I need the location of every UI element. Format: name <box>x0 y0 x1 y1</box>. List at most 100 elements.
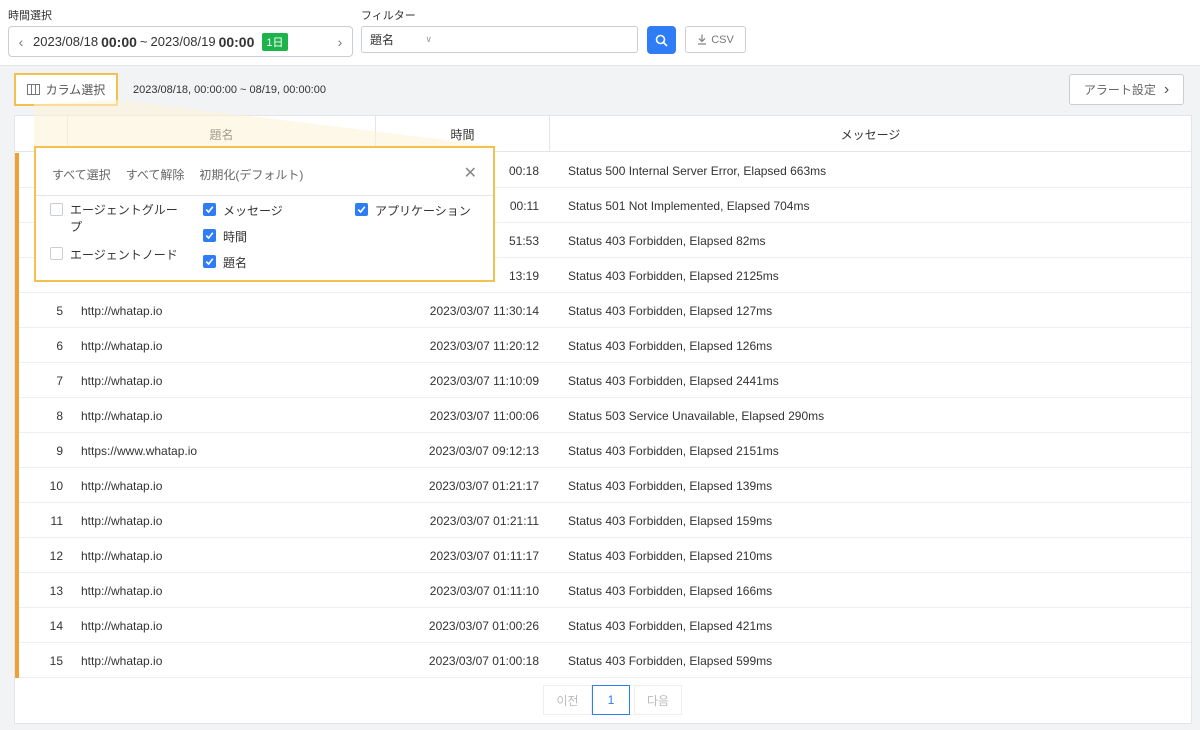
row-time: 2023/03/07 01:21:11 <box>429 513 539 528</box>
row-time: 2023/03/07 01:00:26 <box>428 618 539 633</box>
row-marker <box>15 328 19 363</box>
alert-settings-button[interactable]: アラート設定 › <box>1069 74 1184 105</box>
column-option-time[interactable]: 時間 <box>203 228 247 245</box>
row-message: Status 403 Forbidden, Elapsed 421ms <box>568 618 773 633</box>
checkmark-icon <box>205 232 214 240</box>
row-time: 2023/03/07 11:20:12 <box>429 338 539 353</box>
row-message: Status 403 Forbidden, Elapsed 2441ms <box>568 373 779 388</box>
page-button[interactable]: 1 <box>592 685 630 715</box>
row-marker <box>15 398 19 433</box>
row-message: Status 403 Forbidden, Elapsed 126ms <box>568 338 773 353</box>
pagination: 이전 1 다음 <box>543 685 682 715</box>
row-message: Status 503 Service Unavailable, Elapsed … <box>568 408 825 423</box>
column-header-message[interactable]: メッセージ <box>549 116 1191 152</box>
row-message: Status 403 Forbidden, Elapsed 2151ms <box>568 443 779 458</box>
column-option-message[interactable]: メッセージ <box>203 202 283 219</box>
column-option-application[interactable]: アプリケーション <box>355 202 471 219</box>
row-title: http://whatap.io <box>81 653 163 668</box>
row-message: Status 403 Forbidden, Elapsed 139ms <box>568 478 773 493</box>
row-message: Status 403 Forbidden, Elapsed 127ms <box>568 303 773 318</box>
row-index: 5 <box>56 303 63 318</box>
row-message: Status 500 Internal Server Error, Elapse… <box>568 163 827 178</box>
table-row[interactable]: 12 http://whatap.io 2023/03/07 01:11:17 Sta… <box>15 538 1191 573</box>
chevron-right-icon: › <box>1163 80 1170 98</box>
option-label: メッセージ <box>223 204 283 218</box>
search-icon <box>655 34 668 47</box>
row-marker <box>15 468 19 503</box>
table-row[interactable]: 7 http://whatap.io 2023/03/07 11:10:09 Stat… <box>15 363 1191 398</box>
row-index: 10 <box>49 478 63 493</box>
row-index: 9 <box>56 443 63 458</box>
select-all-button[interactable]: すべて選択 <box>52 166 111 183</box>
row-message: Status 403 Forbidden, Elapsed 166ms <box>568 583 773 598</box>
row-index: 15 <box>49 653 63 668</box>
alert-settings-label: アラート設定 <box>1083 83 1156 97</box>
prev-page-button[interactable]: 이전 <box>543 685 592 715</box>
close-icon[interactable]: ✕ <box>464 166 477 182</box>
table-row[interactable]: 6 http://whatap.io 2023/03/07 11:20:12 Stat… <box>15 328 1191 363</box>
table-row[interactable]: 15 http://whatap.io 2023/03/07 01:00:18 Sta… <box>15 643 1191 678</box>
row-message: Status 403 Forbidden, Elapsed 2125ms <box>568 268 779 283</box>
search-button[interactable] <box>647 26 676 54</box>
row-message: Status 403 Forbidden, Elapsed 599ms <box>568 653 773 668</box>
option-label: エージェントグループ <box>70 203 178 234</box>
row-marker <box>15 573 19 608</box>
checkmark-icon <box>357 206 366 214</box>
option-label: アプリケーション <box>375 204 471 218</box>
row-title: http://whatap.io <box>81 303 163 318</box>
column-option-agent-group[interactable]: エージェントグループ <box>50 202 190 236</box>
row-title: http://whatap.io <box>81 548 163 563</box>
table-row[interactable]: 10 http://whatap.io 2023/03/07 01:21:17 Sta… <box>15 468 1191 503</box>
row-index: 13 <box>49 583 63 598</box>
row-title: http://whatap.io <box>81 513 163 528</box>
row-marker <box>15 433 19 468</box>
checkbox[interactable] <box>355 203 368 216</box>
checkbox[interactable] <box>50 247 63 260</box>
row-message: Status 501 Not Implemented, Elapsed 704m… <box>568 198 810 213</box>
next-page-button[interactable]: 다음 <box>634 685 682 715</box>
row-time: 2023/03/07 09:12:13 <box>428 443 539 458</box>
highlight-pointer <box>34 100 495 146</box>
row-marker <box>15 258 19 293</box>
table-row[interactable]: 13 http://whatap.io 2023/03/07 01:11:10 Sta… <box>15 573 1191 608</box>
row-title: http://whatap.io <box>81 478 163 493</box>
row-marker <box>15 503 19 538</box>
option-label: エージェントノード <box>70 248 178 262</box>
deselect-all-button[interactable]: すべて解除 <box>126 166 185 183</box>
checkbox[interactable] <box>203 203 216 216</box>
row-marker <box>15 538 19 573</box>
checkbox[interactable] <box>203 229 216 242</box>
row-marker <box>15 293 19 328</box>
reset-default-button[interactable]: 初期化(デフォルト) <box>199 166 303 183</box>
row-title: http://whatap.io <box>81 583 163 598</box>
column-option-agent-node[interactable]: エージェントノード <box>50 246 178 263</box>
option-label: 題名 <box>223 256 248 270</box>
row-message: Status 403 Forbidden, Elapsed 82ms <box>568 233 766 248</box>
table-row[interactable]: 11 http://whatap.io 2023/03/07 01:21:11 Sta… <box>15 503 1191 538</box>
row-time: 2023/03/07 11:30:14 <box>429 303 539 318</box>
table-row[interactable]: 8 http://whatap.io 2023/03/07 11:00:06 Stat… <box>15 398 1191 433</box>
column-select-popup: すべて選択 すべて解除 初期化(デフォルト) ✕ エージェントグループ エージェ… <box>34 146 495 282</box>
row-index: 11 <box>50 513 63 528</box>
table-row[interactable]: 9 https://www.whatap.io 2023/03/07 09:12:1… <box>15 433 1191 468</box>
row-title: http://whatap.io <box>81 373 163 388</box>
row-title: https://www.whatap.io <box>81 443 198 458</box>
column-option-title[interactable]: 題名 <box>203 254 247 271</box>
table-row[interactable]: 14 http://whatap.io 2023/03/07 01:00:26 Sta… <box>15 608 1191 643</box>
row-marker <box>15 223 19 258</box>
row-time: 2023/03/07 11:10:09 <box>429 373 539 388</box>
row-time: 2023/03/07 01:11:10 <box>429 583 539 598</box>
popup-actions: すべて選択 すべて解除 初期化(デフォルト) <box>52 166 303 183</box>
row-time: 2023/03/07 11:00:06 <box>429 408 539 423</box>
row-marker <box>15 363 19 398</box>
csv-label: CSV <box>711 33 734 46</box>
row-marker <box>15 188 19 223</box>
checkbox[interactable] <box>50 203 63 216</box>
row-index: 12 <box>49 548 63 563</box>
table-row[interactable]: 5 http://whatap.io 2023/03/07 11:30:14 Stat… <box>15 293 1191 328</box>
row-index: 7 <box>56 373 63 388</box>
row-index: 14 <box>49 618 63 633</box>
row-index: 8 <box>56 408 63 423</box>
csv-download-button[interactable]: CSV <box>685 26 746 53</box>
checkbox[interactable] <box>203 255 216 268</box>
